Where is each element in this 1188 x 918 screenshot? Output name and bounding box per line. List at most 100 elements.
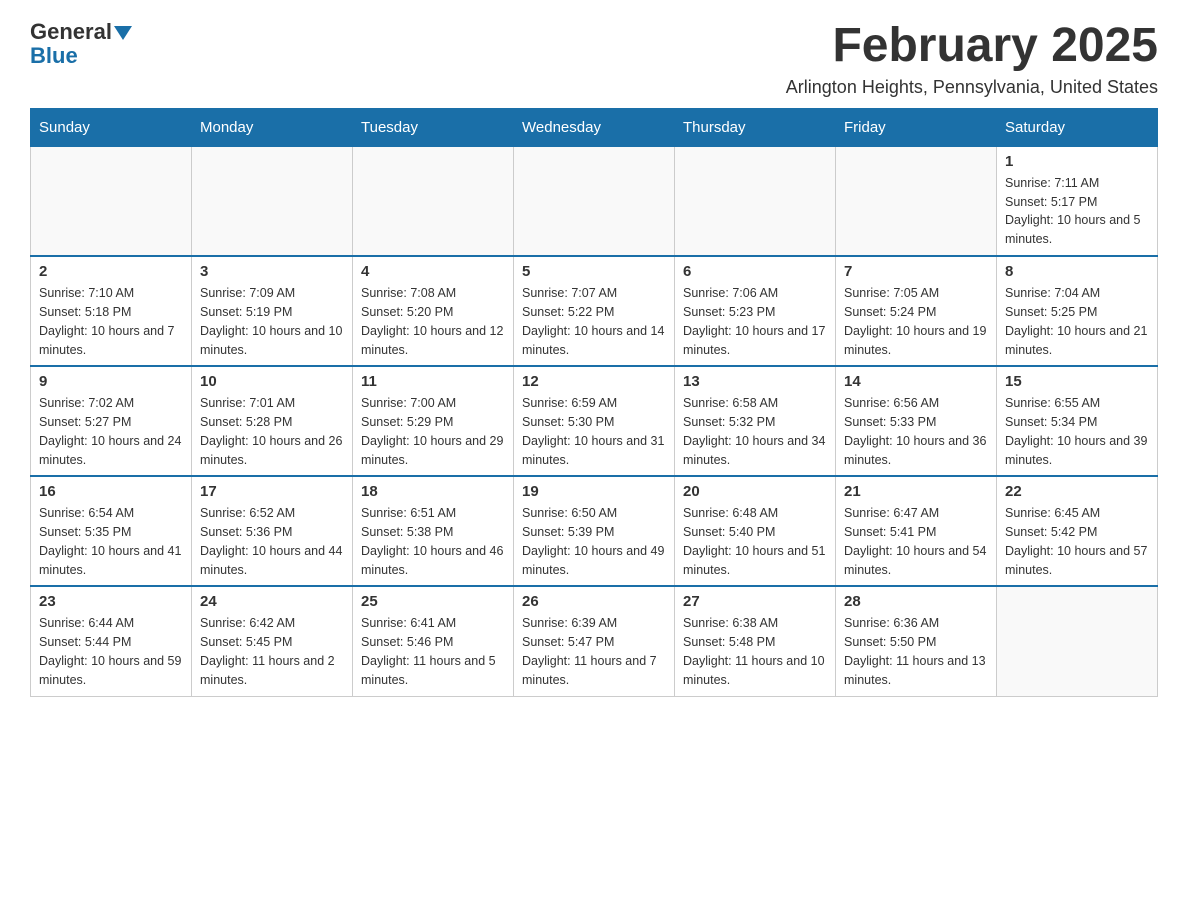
day-info: Sunrise: 7:04 AMSunset: 5:25 PMDaylight:… [1005,284,1149,359]
calendar-cell: 15Sunrise: 6:55 AMSunset: 5:34 PMDayligh… [997,366,1158,476]
day-info: Sunrise: 7:05 AMSunset: 5:24 PMDaylight:… [844,284,988,359]
calendar-cell: 4Sunrise: 7:08 AMSunset: 5:20 PMDaylight… [353,256,514,366]
day-number: 3 [200,263,344,280]
calendar-header-row: SundayMondayTuesdayWednesdayThursdayFrid… [31,108,1158,146]
calendar-cell: 18Sunrise: 6:51 AMSunset: 5:38 PMDayligh… [353,476,514,586]
calendar-cell: 27 Sunrise: 6:38 AMSunset: 5:48 PMDayligh… [675,586,836,696]
day-info: Sunrise: 6:42 AMSunset: 5:45 PMDaylight:… [200,614,344,689]
day-info: Sunrise: 6:47 AMSunset: 5:41 PMDaylight:… [844,504,988,579]
day-number: 28 [844,593,988,610]
day-header-sunday: Sunday [31,108,192,146]
day-number: 17 [200,483,344,500]
calendar-cell: 21 Sunrise: 6:47 AMSunset: 5:41 PMDayligh… [836,476,997,586]
logo-general-text: General [30,19,112,44]
day-info: Sunrise: 6:48 AMSunset: 5:40 PMDaylight:… [683,504,827,579]
day-info: Sunrise: 6:56 AMSunset: 5:33 PMDaylight:… [844,394,988,469]
day-info: Sunrise: 6:38 AMSunset: 5:48 PMDaylight:… [683,614,827,689]
day-number: 19 [522,483,666,500]
day-info: Sunrise: 7:07 AMSunset: 5:22 PMDaylight:… [522,284,666,359]
day-number: 5 [522,263,666,280]
day-header-saturday: Saturday [997,108,1158,146]
day-info: Sunrise: 7:00 AMSunset: 5:29 PMDaylight:… [361,394,505,469]
calendar-cell: 24 Sunrise: 6:42 AMSunset: 5:45 PMDayligh… [192,586,353,696]
calendar-cell: 1 Sunrise: 7:11 AMSunset: 5:17 PMDaylight… [997,146,1158,256]
calendar-cell: 26Sunrise: 6:39 AMSunset: 5:47 PMDayligh… [514,586,675,696]
calendar-cell: 8Sunrise: 7:04 AMSunset: 5:25 PMDaylight… [997,256,1158,366]
day-number: 12 [522,373,666,390]
location-title: Arlington Heights, Pennsylvania, United … [786,77,1158,98]
day-number: 25 [361,593,505,610]
calendar-cell: 17Sunrise: 6:52 AMSunset: 5:36 PMDayligh… [192,476,353,586]
day-info: Sunrise: 6:50 AMSunset: 5:39 PMDaylight:… [522,504,666,579]
logo-blue-text: Blue [30,43,78,68]
calendar-cell: 12 Sunrise: 6:59 AMSunset: 5:30 PMDayligh… [514,366,675,476]
day-info: Sunrise: 6:44 AMSunset: 5:44 PMDaylight:… [39,614,183,689]
day-number: 21 [844,483,988,500]
calendar-cell [31,146,192,256]
calendar-cell: 19 Sunrise: 6:50 AMSunset: 5:39 PMDayligh… [514,476,675,586]
calendar-cell: 3 Sunrise: 7:09 AMSunset: 5:19 PMDaylight… [192,256,353,366]
calendar-cell: 6 Sunrise: 7:06 AMSunset: 5:23 PMDaylight… [675,256,836,366]
day-info: Sunrise: 7:06 AMSunset: 5:23 PMDaylight:… [683,284,827,359]
day-info: Sunrise: 6:54 AMSunset: 5:35 PMDaylight:… [39,504,183,579]
calendar-week-row: 2Sunrise: 7:10 AMSunset: 5:18 PMDaylight… [31,256,1158,366]
month-title: February 2025 [786,20,1158,73]
day-info: Sunrise: 7:10 AMSunset: 5:18 PMDaylight:… [39,284,183,359]
calendar-cell: 13Sunrise: 6:58 AMSunset: 5:32 PMDayligh… [675,366,836,476]
calendar-cell: 5 Sunrise: 7:07 AMSunset: 5:22 PMDaylight… [514,256,675,366]
title-section: February 2025 Arlington Heights, Pennsyl… [786,20,1158,98]
day-number: 10 [200,373,344,390]
day-number: 27 [683,593,827,610]
day-number: 6 [683,263,827,280]
calendar-table: SundayMondayTuesdayWednesdayThursdayFrid… [30,108,1158,697]
calendar-cell: 10 Sunrise: 7:01 AMSunset: 5:28 PMDayligh… [192,366,353,476]
calendar-cell: 22 Sunrise: 6:45 AMSunset: 5:42 PMDayligh… [997,476,1158,586]
page-header: General Blue February 2025 Arlington Hei… [30,20,1158,98]
calendar-cell: 2Sunrise: 7:10 AMSunset: 5:18 PMDaylight… [31,256,192,366]
day-info: Sunrise: 7:01 AMSunset: 5:28 PMDaylight:… [200,394,344,469]
day-header-thursday: Thursday [675,108,836,146]
day-number: 16 [39,483,183,500]
calendar-cell: 7 Sunrise: 7:05 AMSunset: 5:24 PMDaylight… [836,256,997,366]
calendar-week-row: 1 Sunrise: 7:11 AMSunset: 5:17 PMDaylight… [31,146,1158,256]
day-number: 11 [361,373,505,390]
day-number: 7 [844,263,988,280]
day-number: 18 [361,483,505,500]
calendar-cell: 14 Sunrise: 6:56 AMSunset: 5:33 PMDayligh… [836,366,997,476]
day-info: Sunrise: 6:36 AMSunset: 5:50 PMDaylight:… [844,614,988,689]
logo-general-line: General [30,20,132,44]
day-info: Sunrise: 7:11 AMSunset: 5:17 PMDaylight:… [1005,174,1149,249]
calendar-cell: 20 Sunrise: 6:48 AMSunset: 5:40 PMDayligh… [675,476,836,586]
day-number: 14 [844,373,988,390]
day-info: Sunrise: 6:55 AMSunset: 5:34 PMDaylight:… [1005,394,1149,469]
calendar-cell: 16 Sunrise: 6:54 AMSunset: 5:35 PMDayligh… [31,476,192,586]
day-info: Sunrise: 6:41 AMSunset: 5:46 PMDaylight:… [361,614,505,689]
day-info: Sunrise: 7:02 AMSunset: 5:27 PMDaylight:… [39,394,183,469]
day-number: 13 [683,373,827,390]
day-header-monday: Monday [192,108,353,146]
day-info: Sunrise: 6:59 AMSunset: 5:30 PMDaylight:… [522,394,666,469]
day-number: 9 [39,373,183,390]
day-number: 23 [39,593,183,610]
day-header-friday: Friday [836,108,997,146]
calendar-cell [514,146,675,256]
logo-triangle-icon [114,26,132,40]
day-number: 1 [1005,153,1149,170]
calendar-cell: 28 Sunrise: 6:36 AMSunset: 5:50 PMDayligh… [836,586,997,696]
calendar-week-row: 9 Sunrise: 7:02 AMSunset: 5:27 PMDaylight… [31,366,1158,476]
calendar-cell [353,146,514,256]
day-number: 24 [200,593,344,610]
calendar-week-row: 23 Sunrise: 6:44 AMSunset: 5:44 PMDayligh… [31,586,1158,696]
day-info: Sunrise: 6:45 AMSunset: 5:42 PMDaylight:… [1005,504,1149,579]
day-number: 22 [1005,483,1149,500]
day-info: Sunrise: 7:08 AMSunset: 5:20 PMDaylight:… [361,284,505,359]
day-number: 20 [683,483,827,500]
calendar-cell [997,586,1158,696]
calendar-cell [675,146,836,256]
day-header-tuesday: Tuesday [353,108,514,146]
calendar-cell: 9 Sunrise: 7:02 AMSunset: 5:27 PMDaylight… [31,366,192,476]
day-info: Sunrise: 7:09 AMSunset: 5:19 PMDaylight:… [200,284,344,359]
calendar-cell: 23 Sunrise: 6:44 AMSunset: 5:44 PMDayligh… [31,586,192,696]
calendar-cell [192,146,353,256]
calendar-cell: 25 Sunrise: 6:41 AMSunset: 5:46 PMDayligh… [353,586,514,696]
